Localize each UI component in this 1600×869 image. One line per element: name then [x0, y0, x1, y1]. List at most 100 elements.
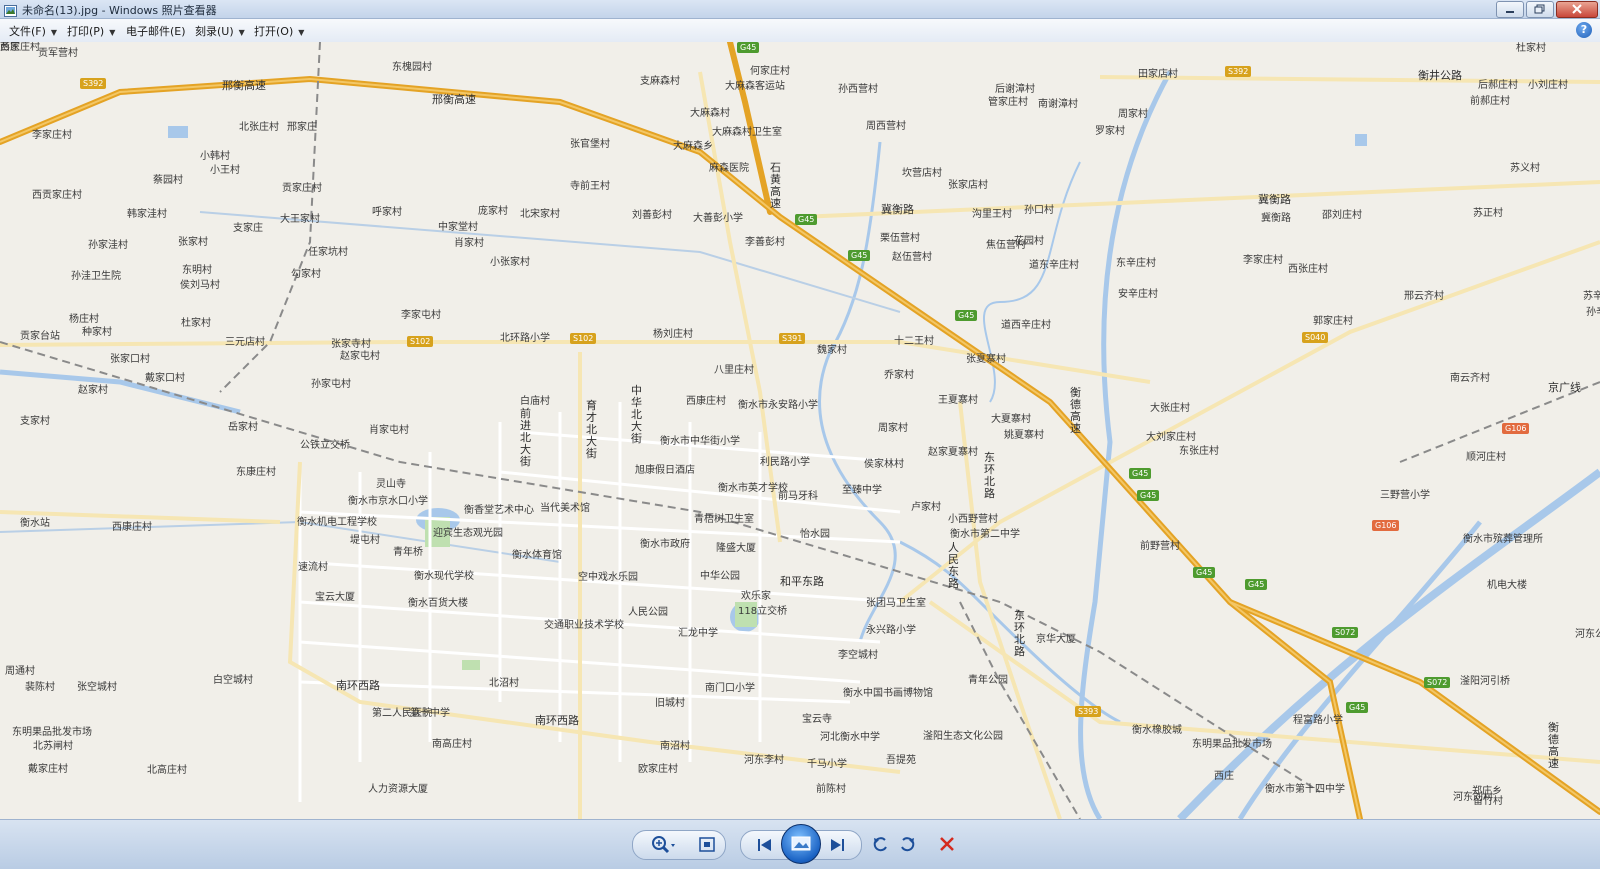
place-label: 花园村 — [1014, 236, 1044, 247]
place-label: 河东李村 — [744, 755, 784, 766]
place-label: 李空城村 — [838, 650, 878, 661]
route-shield: S102 — [570, 333, 597, 344]
actual-size-icon[interactable] — [693, 831, 721, 859]
zoom-icon[interactable] — [647, 831, 675, 859]
previous-icon[interactable] — [749, 831, 777, 859]
place-label: 何家庄村 — [750, 66, 790, 77]
place-label: 栗伍营村 — [880, 233, 920, 244]
place-label: 庞家村 — [478, 206, 508, 217]
menu-open[interactable]: 打开(O) ▼ — [254, 23, 304, 39]
dropdown-arrow-icon: ▼ — [109, 28, 116, 37]
place-label: 道西辛庄村 — [1001, 320, 1051, 331]
title-bar: 未命名(13).jpg - Windows 照片查看器 — [0, 0, 1600, 19]
place-label: 大麻森村卫生室 — [712, 127, 782, 138]
place-label: 孙家洼村 — [88, 240, 128, 251]
place-label: 东明果品批发市场 — [12, 727, 92, 738]
road-label: 冀衡路 — [1258, 193, 1291, 206]
place-label: 南高庄村 — [432, 739, 472, 750]
menu-email[interactable]: 电子邮件(E) — [126, 23, 186, 39]
place-label: 贡军营村 — [38, 48, 78, 59]
place-label: 后郝庄村 — [1478, 80, 1518, 91]
place-label: 蔡园村 — [153, 175, 183, 186]
place-label: 勾家村 — [291, 269, 321, 280]
road-label: 和平东路 — [780, 575, 824, 588]
place-label: 张家店村 — [948, 180, 988, 191]
place-label: 赵伍营村 — [892, 252, 932, 263]
rotate-counterclockwise-icon[interactable] — [866, 830, 894, 858]
place-label: 裴陈村 — [25, 682, 55, 693]
place-label: 任家坑村 — [308, 247, 348, 258]
place-label: 永兴路小学 — [866, 625, 916, 636]
road-label: 冀衡路 — [881, 203, 914, 216]
restore-button[interactable] — [1526, 1, 1554, 18]
place-label: 前野营村 — [1140, 541, 1180, 552]
place-label: 孙西营村 — [838, 84, 878, 95]
place-label: 公铁立交桥 — [300, 440, 350, 451]
road-label: 南环西路 — [535, 714, 579, 727]
place-label: 孙洼卫生院 — [71, 271, 121, 282]
place-label: 支家庄 — [233, 223, 263, 234]
place-label: 白庙村 — [520, 396, 550, 407]
place-label: 至臻中学 — [842, 485, 882, 496]
road-label: 育才北大街 — [586, 399, 597, 460]
place-label: 第十中学 — [410, 708, 450, 719]
menu-print[interactable]: 打印(P) ▼ — [67, 23, 115, 39]
place-label: 郭家庄村 — [1313, 316, 1353, 327]
place-label: 戴家庄村 — [28, 764, 68, 775]
minimize-button[interactable] — [1496, 1, 1524, 18]
place-label: 戴家口村 — [145, 373, 185, 384]
road-label: 衡德高速 — [1070, 386, 1081, 435]
place-label: 乔家村 — [884, 370, 914, 381]
place-label: 刘善彭村 — [632, 210, 672, 221]
place-label: 八里庄村 — [714, 365, 754, 376]
place-label: 衡水市中华街小学 — [660, 436, 740, 447]
road-label: 东环北路 — [984, 451, 995, 500]
road-label: 前进北大街 — [520, 407, 531, 468]
road-label: 人民东路 — [948, 541, 959, 590]
menu-file[interactable]: 文件(F) ▼ — [9, 23, 57, 39]
place-label: 十二王村 — [894, 336, 934, 347]
place-label: 留竹村 — [1473, 796, 1503, 807]
place-label: 前郝庄村 — [1470, 96, 1510, 107]
route-shield: S072 — [1424, 677, 1451, 688]
menu-email-label: 电子邮件(E) — [126, 25, 186, 38]
place-label: 北高庄村 — [147, 765, 187, 776]
road-label: 邢衡高速 — [222, 79, 266, 92]
window-title: 未命名(13).jpg - Windows 照片查看器 — [22, 4, 217, 17]
place-label: 罗家村 — [1095, 126, 1125, 137]
place-label: 京华大厦 — [1036, 634, 1076, 645]
place-label: 杨庄村 — [69, 314, 99, 325]
help-icon[interactable]: ? — [1576, 22, 1592, 38]
rotate-clockwise-icon[interactable] — [894, 830, 922, 858]
place-label: 顺河庄村 — [1466, 452, 1506, 463]
slideshow-button[interactable] — [781, 824, 821, 864]
map-image[interactable]: 邢衡高速 邢衡高速 冀衡路 冀衡路 衡井公路 石黄高速 衡德高速 衡德高速 京广… — [0, 42, 1600, 819]
place-label: 汇龙中学 — [678, 628, 718, 639]
place-label: 张官堡村 — [570, 139, 610, 150]
place-label: 人力资源大厦 — [368, 784, 428, 795]
dropdown-arrow-icon: ▼ — [298, 28, 305, 37]
place-label: 周家村 — [1118, 109, 1148, 120]
place-label: 卢家村 — [911, 502, 941, 513]
next-icon[interactable] — [825, 831, 853, 859]
road-label: 邢衡高速 — [432, 93, 476, 106]
place-label: 孙口村 — [1024, 205, 1054, 216]
place-label: 李善彭村 — [745, 237, 785, 248]
route-shield: G106 — [1372, 520, 1400, 531]
place-label: 大刘家庄村 — [1146, 432, 1196, 443]
place-label: 侯刘马村 — [180, 280, 220, 291]
route-shield: S102 — [407, 336, 434, 347]
place-label: 利民路小学 — [760, 457, 810, 468]
place-label: 衡水市政府 — [640, 539, 690, 550]
place-label: 北沼村 — [489, 678, 519, 689]
place-label: 李家屯村 — [401, 310, 441, 321]
delete-icon[interactable] — [933, 830, 961, 858]
place-label: 李家庄村 — [32, 130, 72, 141]
place-label: 赵家屯村 — [340, 351, 380, 362]
route-shield: G45 — [795, 214, 818, 225]
route-shield: G106 — [1502, 423, 1530, 434]
photo-viewer-icon — [4, 2, 17, 17]
close-button[interactable] — [1556, 1, 1598, 18]
menu-burn[interactable]: 刻录(U) ▼ — [195, 23, 245, 39]
road-label: 衡德高速 — [1548, 721, 1559, 770]
